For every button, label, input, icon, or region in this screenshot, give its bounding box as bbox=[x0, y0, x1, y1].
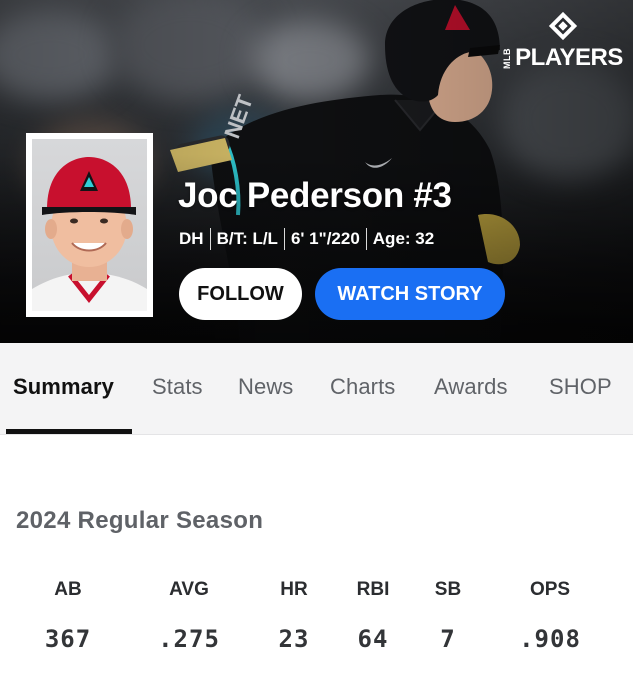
player-hero-banner: NET MLB PLAYERS bbox=[0, 0, 633, 343]
stat-header-hr: HR bbox=[280, 579, 308, 600]
stat-header-rbi: RBI bbox=[356, 579, 390, 600]
meta-divider bbox=[209, 228, 211, 250]
brand-wordmark: PLAYERS bbox=[515, 44, 623, 71]
stat-header-ab: AB bbox=[54, 579, 82, 600]
player-tab-bar: Summary Stats News Charts Awards SHOP bbox=[0, 343, 633, 435]
player-headshot-image bbox=[32, 157, 147, 311]
stat-value-avg: .275 bbox=[158, 625, 220, 653]
brand-league-tag: MLB bbox=[502, 47, 513, 69]
stat-header-sb: SB bbox=[434, 579, 462, 600]
meta-divider bbox=[283, 228, 285, 250]
player-headshot bbox=[32, 139, 147, 311]
stat-header-avg: AVG bbox=[169, 579, 209, 600]
stat-value-ab: 367 bbox=[44, 625, 92, 653]
tab-summary[interactable]: Summary bbox=[13, 374, 114, 400]
player-bio-line: DH B/T: L/L 6' 1"/220 Age: 32 bbox=[179, 228, 434, 250]
mlb-players-logo-icon bbox=[548, 11, 578, 41]
tab-charts[interactable]: Charts bbox=[330, 374, 395, 400]
follow-button[interactable]: FOLLOW bbox=[179, 268, 302, 320]
meta-divider bbox=[365, 228, 367, 250]
player-position: DH bbox=[179, 229, 204, 248]
player-name: Joc Pederson #3 bbox=[178, 176, 452, 215]
tab-stats[interactable]: Stats bbox=[152, 374, 203, 400]
tab-awards[interactable]: Awards bbox=[434, 374, 508, 400]
stat-value-ops: .908 bbox=[519, 625, 581, 653]
stat-value-rbi: 64 bbox=[357, 625, 389, 653]
tab-shop[interactable]: SHOP bbox=[549, 374, 612, 400]
player-age: Age: 32 bbox=[372, 229, 435, 248]
player-bats-throws: B/T: L/L bbox=[216, 229, 278, 248]
stat-header-ops: OPS bbox=[529, 579, 571, 600]
player-headshot-frame bbox=[26, 133, 153, 317]
season-title: 2024 Regular Season bbox=[16, 507, 264, 534]
stat-value-sb: 7 bbox=[440, 625, 456, 653]
mlb-players-logo: MLB PLAYERS bbox=[502, 10, 623, 72]
player-height-weight: 6' 1"/220 bbox=[290, 229, 360, 248]
watch-story-button[interactable]: WATCH STORY bbox=[315, 268, 505, 320]
active-tab-indicator bbox=[6, 429, 132, 434]
tab-news[interactable]: News bbox=[238, 374, 293, 400]
stat-value-hr: 23 bbox=[278, 625, 310, 653]
